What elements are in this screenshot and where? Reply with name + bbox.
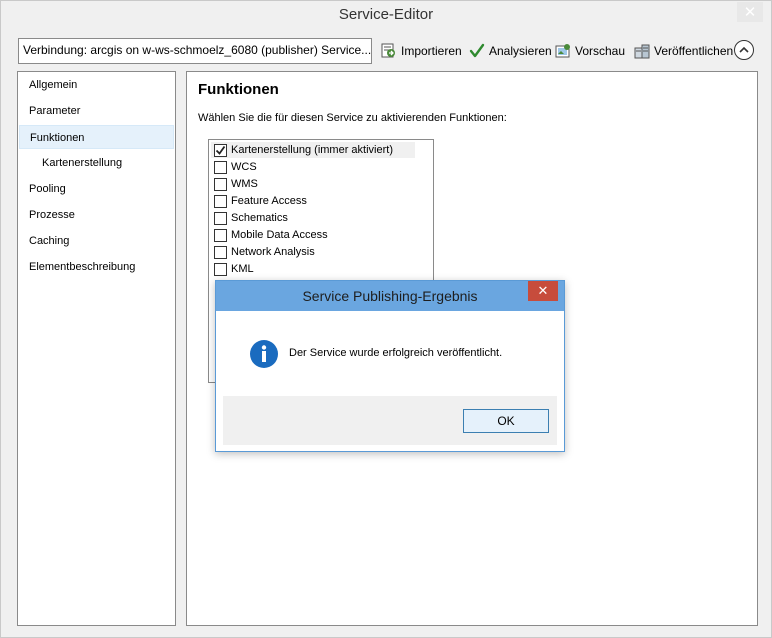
publish-button[interactable]: Veröffentlichen [633,41,733,61]
ok-button[interactable]: OK [463,409,549,433]
function-label: WCS [231,161,257,173]
publish-icon [633,43,651,59]
dialog-close-button[interactable]: ✕ [528,281,558,301]
page-title: Funktionen [198,81,279,98]
publishing-result-dialog: Service Publishing-Ergebnis ✕ Der Servic… [215,280,565,452]
function-label: Mobile Data Access [231,229,328,241]
preview-label: Vorschau [575,44,626,58]
import-label: Importieren [401,44,462,58]
function-label: WMS [231,178,258,190]
import-button[interactable]: Importieren [380,41,462,61]
preview-icon [554,43,572,59]
function-label: Feature Access [231,195,307,207]
sidebar-item-elementbeschreibung[interactable]: Elementbeschreibung [19,255,174,279]
chevron-up-icon [739,43,749,57]
list-item[interactable]: WCS [211,159,415,175]
sidebar-item-kartenerstellung[interactable]: Kartenerstellung [19,151,174,175]
sidebar-item-prozesse[interactable]: Prozesse [19,203,174,227]
sidebar: Allgemein Parameter Funktionen Karteners… [17,71,176,626]
window-title: Service-Editor [338,6,434,23]
dialog-title-bar: Service Publishing-Ergebnis ✕ [216,281,564,311]
analyze-label: Analysieren [489,44,552,58]
service-editor-window: Service-Editor ✕ Verbindung: arcgis on w… [0,0,772,638]
description-text: Wählen Sie die für diesen Service zu akt… [198,112,507,124]
checkbox[interactable] [214,228,227,242]
import-icon [380,43,398,59]
dialog-message: Der Service wurde erfolgreich veröffentl… [289,347,503,359]
checkbox[interactable] [214,211,227,225]
sidebar-item-funktionen[interactable]: Funktionen [19,125,174,149]
checkbox[interactable] [214,160,227,174]
checkbox[interactable] [214,177,227,191]
list-item[interactable]: Network Analysis [211,244,415,260]
publish-label: Veröffentlichen [654,44,734,58]
sidebar-item-caching[interactable]: Caching [19,229,174,253]
checkbox-checked[interactable] [214,143,227,157]
function-label: Network Analysis [231,246,315,258]
list-item[interactable]: Schematics [211,210,415,226]
preview-button[interactable]: Vorschau [554,41,625,61]
checkbox[interactable] [214,194,227,208]
connection-field[interactable]: Verbindung: arcgis on w-ws-schmoelz_6080… [18,38,372,64]
sidebar-item-pooling[interactable]: Pooling [19,177,174,201]
checkmark-icon [215,145,226,155]
dialog-footer: OK [223,396,557,445]
window-close-button[interactable]: ✕ [737,2,763,22]
toolbar: Verbindung: arcgis on w-ws-schmoelz_6080… [1,35,771,67]
collapse-button[interactable] [734,40,754,60]
analyze-button[interactable]: Analysieren [468,41,552,61]
checkbox[interactable] [214,245,227,259]
list-item[interactable]: WMS [211,176,415,192]
function-label: Schematics [231,212,288,224]
list-item[interactable]: Feature Access [211,193,415,209]
dialog-title: Service Publishing-Ergebnis [302,288,478,304]
function-label: Kartenerstellung (immer aktiviert) [231,144,393,156]
checkbox[interactable] [214,262,227,276]
sidebar-item-parameter[interactable]: Parameter [19,99,174,123]
checkmark-icon [468,43,486,59]
list-item[interactable]: Kartenerstellung (immer aktiviert) [211,142,415,158]
info-icon [249,339,279,369]
function-label: KML [231,263,254,275]
sidebar-item-allgemein[interactable]: Allgemein [19,73,174,97]
list-item[interactable]: KML [211,261,415,277]
list-item[interactable]: Mobile Data Access [211,227,415,243]
dialog-body: Der Service wurde erfolgreich veröffentl… [223,311,557,445]
title-bar: Service-Editor ✕ [1,1,771,31]
